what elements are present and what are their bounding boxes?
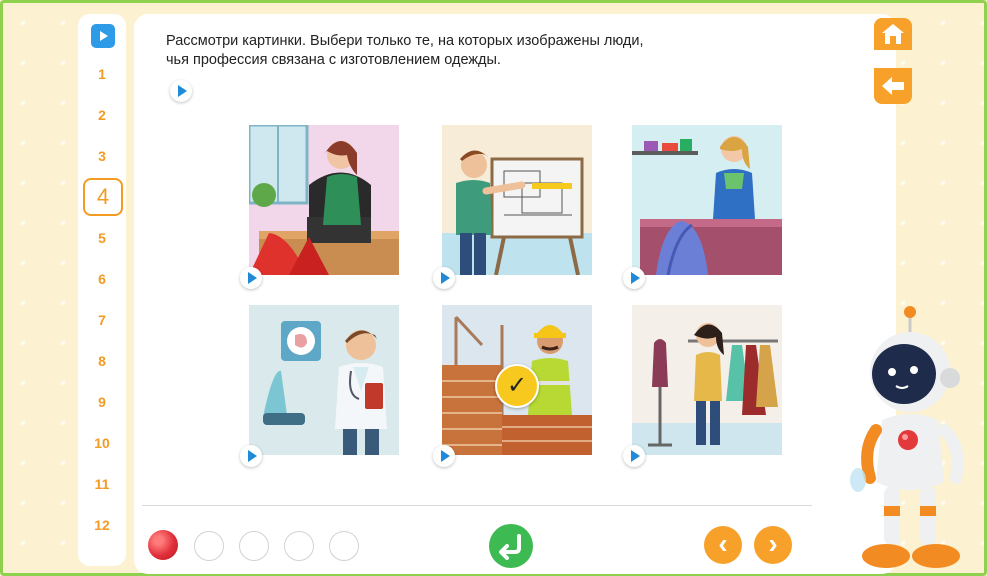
fashion-designer-illustration [632,305,782,455]
task-number-10[interactable]: 10 [82,435,122,451]
task-number-1[interactable]: 1 [82,66,122,82]
progress-dot [239,531,269,561]
next-task-button[interactable]: › [754,526,792,564]
architect-illustration [442,125,592,275]
card-doctor[interactable] [249,305,399,455]
task-number-5[interactable]: 5 [82,230,122,246]
task-panel [134,14,896,574]
previous-task-button[interactable]: ‹ [704,526,742,564]
card-architect[interactable] [442,125,592,275]
task-number-11[interactable]: 11 [82,476,122,492]
progress-dot-completed [148,530,178,560]
task-number-8[interactable]: 8 [82,353,122,369]
card-tailor[interactable] [632,125,782,275]
question-text: Рассмотри картинки. Выбери только те, на… [166,32,786,70]
progress-dot [284,531,314,561]
card-audio-button[interactable] [623,445,645,467]
back-arrow-icon [882,77,904,95]
task-number-7[interactable]: 7 [82,312,122,328]
home-button[interactable] [874,18,912,50]
home-icon [882,24,904,44]
doctor-illustration [249,305,399,455]
footer-divider [142,505,812,506]
submit-answer-button[interactable] [489,524,533,568]
card-audio-button[interactable] [623,267,645,289]
progress-dot [329,531,359,561]
task-number-12[interactable]: 12 [82,517,122,533]
back-button[interactable] [874,68,912,104]
robot-mascot [850,306,964,568]
question-line-1: Рассмотри картинки. Выбери только те, на… [166,33,644,49]
card-audio-button[interactable] [433,267,455,289]
task-number-current[interactable]: 4 [83,178,123,216]
task-number-2[interactable]: 2 [82,107,122,123]
card-audio-button[interactable] [433,445,455,467]
question-line-2: чья профессия связана с изготовлением од… [166,52,501,68]
selected-check-icon: ✓ [495,364,539,408]
task-number-3[interactable]: 3 [82,148,122,164]
card-seamstress[interactable] [249,125,399,275]
seamstress-illustration [249,125,399,275]
card-fashion-designer[interactable] [632,305,782,455]
play-instructions-button[interactable] [91,24,115,48]
question-audio-button[interactable] [170,80,192,102]
card-audio-button[interactable] [240,445,262,467]
enter-icon [499,534,521,560]
progress-dot [194,531,224,561]
task-number-6[interactable]: 6 [82,271,122,287]
tailor-illustration [632,125,782,275]
card-audio-button[interactable] [240,267,262,289]
task-number-9[interactable]: 9 [82,394,122,410]
